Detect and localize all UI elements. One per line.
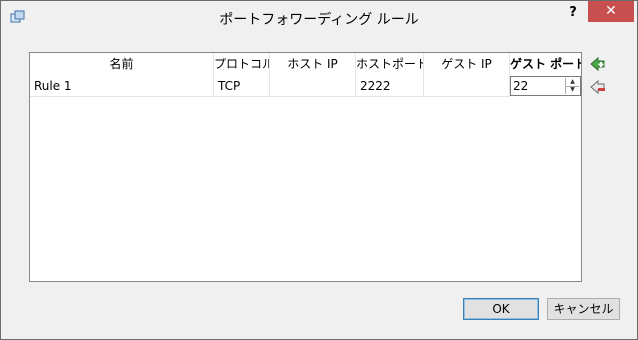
column-header-host-port[interactable]: ホストポート [356, 53, 424, 75]
dialog-body: 名前 プロトコル ホスト IP ホストポート ゲスト IP ゲスト ポート Ru… [9, 32, 629, 332]
remove-rule-icon[interactable] [589, 78, 607, 96]
table-header: 名前 プロトコル ホスト IP ホストポート ゲスト IP ゲスト ポート [30, 53, 581, 75]
spin-buttons: ▲ ▼ [565, 78, 579, 94]
rules-table[interactable]: 名前 プロトコル ホスト IP ホストポート ゲスト IP ゲスト ポート Ru… [29, 52, 582, 282]
title-bar: ポートフォワーディング ルール ? ✕ [1, 1, 637, 32]
help-button[interactable]: ? [563, 5, 583, 23]
column-header-protocol[interactable]: プロトコル [214, 53, 270, 75]
column-header-guest-ip[interactable]: ゲスト IP [424, 53, 510, 75]
add-rule-icon[interactable] [589, 55, 607, 73]
cancel-button[interactable]: キャンセル [547, 298, 620, 320]
cell-host-ip[interactable] [270, 75, 356, 97]
close-button[interactable]: ✕ [588, 1, 634, 22]
guest-port-spinbox[interactable]: ▲ ▼ [510, 76, 581, 96]
table-row[interactable]: Rule 1 TCP 2222 ▲ ▼ [30, 75, 581, 97]
dialog-title: ポートフォワーディング ルール [219, 12, 419, 28]
cell-host-port[interactable]: 2222 [356, 75, 424, 97]
ok-button[interactable]: OK [463, 298, 539, 320]
column-header-guest-port[interactable]: ゲスト ポート [510, 53, 581, 75]
column-header-name[interactable]: 名前 [30, 53, 214, 75]
port-forwarding-dialog: ポートフォワーディング ルール ? ✕ 名前 プロトコル ホスト IP ホストポ… [0, 0, 638, 340]
column-header-host-ip[interactable]: ホスト IP [270, 53, 356, 75]
spin-down-icon[interactable]: ▼ [566, 86, 579, 94]
guest-port-input[interactable] [513, 78, 563, 94]
cell-name[interactable]: Rule 1 [30, 75, 214, 97]
cell-protocol[interactable]: TCP [214, 75, 270, 97]
cell-guest-ip[interactable] [424, 75, 510, 97]
